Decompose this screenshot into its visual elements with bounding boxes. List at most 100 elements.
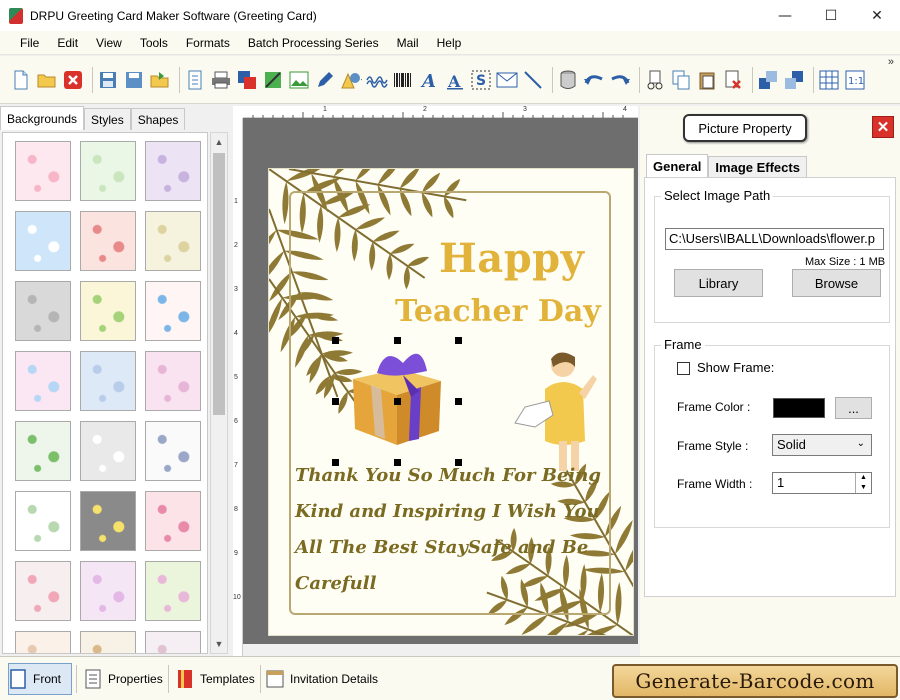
text-icon[interactable]: A	[418, 69, 440, 91]
tab-invitation-details[interactable]: Invitation Details	[266, 663, 384, 695]
menu-view[interactable]: View	[96, 36, 122, 50]
frame-style-select[interactable]: Solid ⌄	[772, 434, 872, 456]
card-title-teacher-day[interactable]: Teacher Day	[395, 294, 601, 329]
tab-templates[interactable]: Templates	[176, 663, 256, 695]
save-icon[interactable]	[97, 69, 119, 91]
card-message-line[interactable]: Carefull	[295, 573, 376, 594]
card-message-line[interactable]: Kind and Inspiring I Wish You	[295, 501, 600, 522]
save-as-icon[interactable]	[123, 69, 145, 91]
redo-icon[interactable]	[609, 69, 631, 91]
frame-color-picker-button[interactable]: ...	[835, 397, 872, 419]
text-style-icon[interactable]: A	[444, 69, 466, 91]
open-folder-icon[interactable]	[36, 69, 58, 91]
tab-properties[interactable]: Properties	[84, 663, 164, 695]
background-thumbnail[interactable]	[145, 211, 201, 271]
greeting-card[interactable]: Happy Teacher Day Thank You So Much For …	[268, 168, 634, 636]
tab-shapes[interactable]: Shapes	[130, 108, 186, 130]
close-panel-icon[interactable]: ✕	[872, 116, 894, 138]
background-thumbnail[interactable]	[145, 491, 201, 551]
image-crop-icon[interactable]	[262, 69, 284, 91]
scrollbar-thumb[interactable]	[213, 153, 225, 415]
shapes-icon[interactable]	[340, 69, 362, 91]
tab-front[interactable]: Front	[8, 663, 72, 695]
close-window-button[interactable]: ✕	[854, 0, 900, 31]
scroll-down-icon[interactable]: ▼	[211, 635, 227, 653]
background-thumbnail[interactable]	[80, 351, 136, 411]
tab-backgrounds[interactable]: Backgrounds	[0, 106, 85, 130]
background-thumbnail[interactable]	[80, 421, 136, 481]
card-message-line[interactable]: All The Best StaySafe and Be	[295, 537, 588, 558]
print-icon[interactable]	[210, 69, 232, 91]
send-backward-icon[interactable]	[783, 69, 805, 91]
new-document-icon[interactable]	[10, 69, 32, 91]
delete-icon[interactable]	[722, 69, 744, 91]
background-thumbnail[interactable]	[15, 211, 71, 271]
line-icon[interactable]	[522, 69, 544, 91]
insert-picture-icon[interactable]	[288, 69, 310, 91]
background-thumbnail[interactable]	[145, 631, 201, 653]
background-thumbnail[interactable]	[15, 561, 71, 621]
tab-image-effects[interactable]: Image Effects	[708, 156, 807, 178]
menu-edit[interactable]: Edit	[57, 36, 78, 50]
mail-icon[interactable]	[496, 69, 518, 91]
menu-help[interactable]: Help	[437, 36, 462, 50]
bring-forward-icon[interactable]	[757, 69, 779, 91]
library-button[interactable]: Library	[674, 269, 763, 297]
watermark-icon[interactable]	[366, 69, 388, 91]
background-thumbnail[interactable]	[80, 491, 136, 551]
background-thumbnail[interactable]	[15, 281, 71, 341]
selection-handle[interactable]	[394, 459, 401, 466]
toolbar-overflow-icon[interactable]: »	[888, 56, 894, 68]
background-thumbnail[interactable]	[80, 561, 136, 621]
menu-batch-processing-series[interactable]: Batch Processing Series	[248, 36, 379, 50]
copy-pages-icon[interactable]	[236, 69, 258, 91]
image-path-input[interactable]: C:\Users\IBALL\Downloads\flower.p	[665, 228, 884, 250]
selection-handle[interactable]	[455, 337, 462, 344]
background-thumbnail[interactable]	[80, 631, 136, 653]
undo-icon[interactable]	[583, 69, 605, 91]
export-icon[interactable]	[149, 69, 171, 91]
menu-file[interactable]: File	[20, 36, 39, 50]
background-thumbnail[interactable]	[15, 421, 71, 481]
close-document-icon[interactable]	[62, 69, 84, 91]
pen-icon[interactable]	[314, 69, 336, 91]
background-thumbnail[interactable]	[145, 421, 201, 481]
scroll-up-icon[interactable]: ▲	[211, 133, 227, 151]
copy-icon[interactable]	[670, 69, 692, 91]
stepper-arrows-icon[interactable]: ▲ ▼	[855, 473, 871, 493]
thumbnail-scrollbar[interactable]: ▲ ▼	[210, 132, 228, 654]
canvas-horizontal-scrollbar[interactable]	[243, 644, 638, 656]
grid-icon[interactable]	[818, 69, 840, 91]
picture-property-button[interactable]: Picture Property	[683, 114, 807, 142]
background-thumbnail[interactable]	[80, 281, 136, 341]
selection-handle[interactable]	[332, 337, 339, 344]
show-frame-checkbox[interactable]	[677, 362, 690, 375]
actual-size-icon[interactable]: 1:1	[844, 69, 866, 91]
selection-handle[interactable]	[394, 337, 401, 344]
menu-formats[interactable]: Formats	[186, 36, 230, 50]
background-thumbnail[interactable]	[80, 211, 136, 271]
background-thumbnail[interactable]	[145, 561, 201, 621]
database-icon[interactable]	[557, 69, 579, 91]
selection-handle[interactable]	[332, 459, 339, 466]
tab-general[interactable]: General	[646, 154, 709, 178]
maximize-button[interactable]: ☐	[808, 0, 854, 31]
frame-width-stepper[interactable]: 1 ▲ ▼	[772, 472, 872, 494]
background-thumbnail[interactable]	[145, 141, 201, 201]
browse-button[interactable]: Browse	[792, 269, 881, 297]
background-thumbnail[interactable]	[15, 491, 71, 551]
background-thumbnail[interactable]	[15, 141, 71, 201]
selection-handle[interactable]	[332, 398, 339, 405]
gift-box-icon[interactable]	[341, 341, 451, 451]
minimize-button[interactable]: —	[762, 0, 808, 31]
background-thumbnail[interactable]	[80, 141, 136, 201]
cut-icon[interactable]	[644, 69, 666, 91]
paste-icon[interactable]	[696, 69, 718, 91]
background-thumbnail[interactable]	[15, 631, 71, 653]
background-thumbnail[interactable]	[145, 351, 201, 411]
frame-color-swatch[interactable]	[773, 398, 825, 418]
card-title-happy[interactable]: Happy	[439, 235, 584, 282]
background-thumbnail[interactable]	[15, 351, 71, 411]
properties-icon[interactable]	[184, 69, 206, 91]
card-message-line[interactable]: Thank You So Much For Being	[295, 465, 601, 486]
